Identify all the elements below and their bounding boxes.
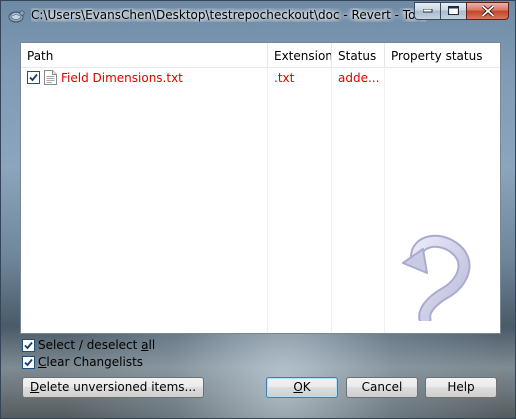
revert-dialog-window: C:\Users\EvansChen\Desktop\testrepocheck…	[0, 0, 516, 419]
file-extension: .txt	[274, 71, 295, 85]
minimize-icon	[422, 9, 432, 13]
caption-buttons	[414, 2, 509, 22]
cancel-button[interactable]: Cancel	[346, 377, 418, 398]
file-path: Field Dimensions.txt	[61, 71, 183, 85]
file-list[interactable]: Path Extension Status Property status Fi…	[21, 43, 500, 333]
file-status: adde...	[338, 71, 380, 85]
column-header-status[interactable]: Status	[332, 43, 385, 67]
close-button[interactable]	[466, 2, 509, 20]
delete-unversioned-label: elete unversioned items...	[39, 380, 197, 394]
column-divider	[331, 67, 332, 333]
file-list-frame: Path Extension Status Property status Fi…	[20, 42, 501, 334]
column-header-path[interactable]: Path	[21, 43, 268, 67]
maximize-icon	[447, 6, 459, 15]
column-header-extension[interactable]: Extension	[268, 43, 332, 67]
text-file-icon	[44, 70, 57, 88]
checkmark-icon	[24, 341, 33, 350]
tortoisesvn-icon	[7, 7, 25, 25]
clear-changelists-checkbox[interactable]	[22, 356, 35, 369]
row-checkbox[interactable]	[27, 71, 40, 84]
maximize-button[interactable]	[440, 2, 466, 20]
select-all-checkbox[interactable]	[22, 339, 35, 352]
tortoisesvn-revert-arrow-icon	[402, 234, 471, 321]
ok-label: K	[302, 380, 311, 394]
column-divider	[267, 67, 268, 333]
select-all-label[interactable]: Select / deselect all	[38, 338, 155, 352]
select-all-mnemonic: a	[141, 338, 149, 352]
window-title: C:\Users\EvansChen\Desktop\testrepocheck…	[31, 8, 426, 22]
ok-button[interactable]: OK	[266, 377, 338, 398]
clear-changelists-label-text-end: lear Changelists	[46, 355, 144, 369]
delete-unversioned-button[interactable]: Delete unversioned items...	[22, 377, 204, 398]
file-property-status	[391, 69, 496, 87]
delete-unversioned-mnemonic: D	[29, 380, 40, 394]
checkmark-icon	[29, 73, 38, 82]
title-bar[interactable]: C:\Users\EvansChen\Desktop\testrepocheck…	[1, 1, 515, 31]
minimize-button[interactable]	[414, 2, 440, 20]
checkmark-icon	[24, 358, 33, 367]
select-all-label-text: Select / deselect	[38, 338, 142, 352]
ok-mnemonic: O	[293, 380, 303, 394]
column-divider	[384, 67, 385, 333]
file-list-header: Path Extension Status Property status	[21, 43, 500, 68]
close-icon	[481, 5, 494, 17]
help-button[interactable]: Help	[425, 377, 497, 398]
clear-changelists-label[interactable]: Clear Changelists	[38, 355, 143, 369]
select-all-label-text-end: ll	[148, 338, 156, 352]
column-header-property-status[interactable]: Property status	[385, 43, 500, 67]
file-row[interactable]: Field Dimensions.txt .txt adde...	[21, 69, 500, 87]
